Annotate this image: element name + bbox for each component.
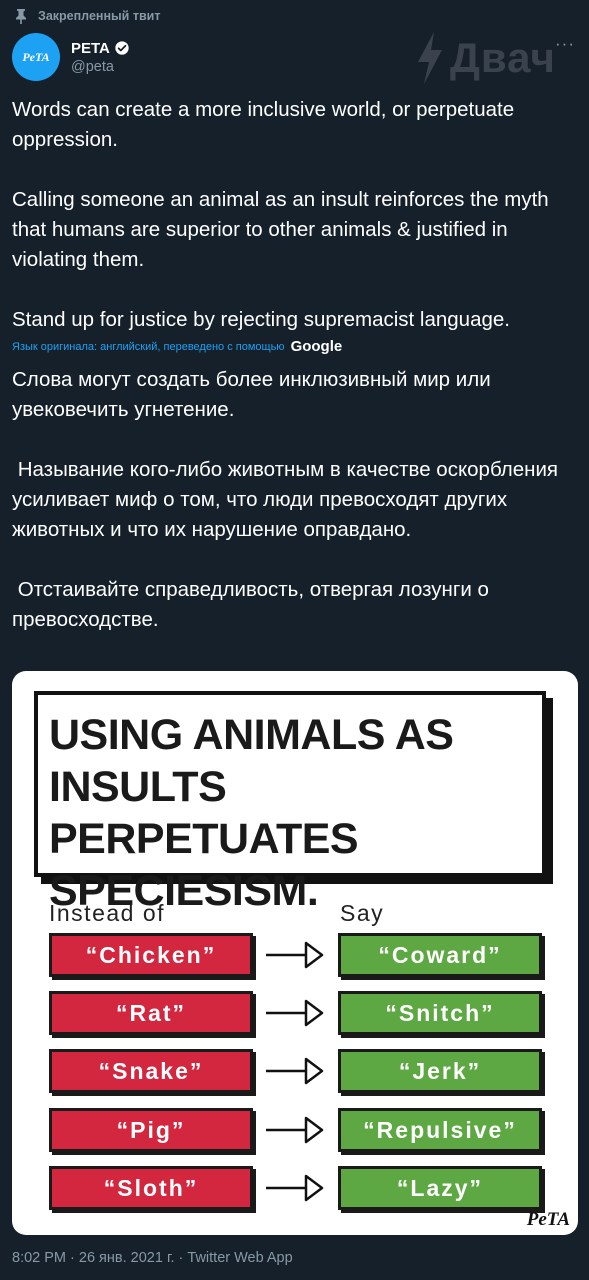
arrow-right-icon <box>266 941 324 969</box>
word-row: “Rat” “Snitch” <box>12 991 578 1037</box>
instead-word: “Snake” <box>49 1049 253 1093</box>
translation-note-text: Язык оригинала: английский, переведено с… <box>12 340 285 353</box>
say-word: “Coward” <box>338 933 542 977</box>
author-info: PETA @peta <box>71 40 130 75</box>
translated-paragraph: Называние кого-либо животным в качестве … <box>12 458 564 541</box>
translated-paragraph: Отстаивайте справедливость, отвергая лоз… <box>12 578 495 631</box>
say-word: “Repulsive” <box>338 1108 542 1152</box>
watermark-text: Двач <box>450 34 556 81</box>
pinned-text: Закрепленный твит <box>38 9 161 23</box>
tweet-timestamp[interactable]: 8:02 PM · 26 янв. 2021 г. · Twitter Web … <box>12 1250 293 1266</box>
avatar[interactable]: PeTA <box>12 33 60 81</box>
arrow-right-icon <box>266 1057 324 1085</box>
name-row: PETA <box>71 40 130 57</box>
handle[interactable]: @peta <box>71 59 130 75</box>
arrow-right-icon <box>266 1174 324 1202</box>
tweet-paragraph: Words can create a more inclusive world,… <box>12 98 515 151</box>
more-options-icon[interactable]: ··· <box>555 34 575 54</box>
peta-logo: PeTA <box>526 1209 570 1230</box>
tweet-paragraph: Stand up for justice by rejecting suprem… <box>12 308 510 331</box>
google-logo: Google <box>290 338 343 355</box>
instead-word: “Sloth” <box>49 1166 253 1210</box>
translated-paragraph: Слова могут создать более инклюзивный ми… <box>12 368 491 421</box>
image-title-line: USING ANIMALS AS <box>49 711 454 759</box>
avatar-logo-text: PeTA <box>22 49 50 64</box>
translation-note[interactable]: Язык оригинала: английский, переведено с… <box>12 338 342 355</box>
tweet-text: Words can create a more inclusive world,… <box>12 95 578 335</box>
lightning-icon <box>418 32 442 84</box>
say-word: “Lazy” <box>338 1166 542 1210</box>
word-row: “Chicken” “Coward” <box>12 933 578 979</box>
say-word: “Jerk” <box>338 1049 542 1093</box>
image-title-line: INSULTS PERPETUATES <box>49 763 359 863</box>
instead-word: “Pig” <box>49 1108 253 1152</box>
word-row: “Pig” “Repulsive” <box>12 1108 578 1154</box>
say-header: Say <box>340 900 385 926</box>
translated-text: Слова могут создать более инклюзивный ми… <box>12 365 578 635</box>
instead-word: “Rat” <box>49 991 253 1035</box>
tweet-paragraph: Calling someone an animal as an insult r… <box>12 188 549 271</box>
image-title-box: USING ANIMALS AS INSULTS PERPETUATES SPE… <box>34 691 546 915</box>
arrow-right-icon <box>266 999 324 1027</box>
say-word: “Snitch” <box>338 991 542 1035</box>
arrow-right-icon <box>266 1116 324 1144</box>
verified-badge-icon <box>115 41 129 55</box>
word-row: “Snake” “Jerk” <box>12 1049 578 1095</box>
watermark: Двач <box>412 30 556 86</box>
tweet-image[interactable]: USING ANIMALS AS INSULTS PERPETUATES SPE… <box>12 671 578 1235</box>
pin-icon <box>16 9 26 24</box>
display-name[interactable]: PETA <box>71 40 110 57</box>
instead-word: “Chicken” <box>49 933 253 977</box>
word-row: “Sloth” “Lazy” <box>12 1166 578 1212</box>
instead-of-header: Instead of <box>49 900 166 926</box>
pinned-tweet-label: Закрепленный твит <box>14 8 160 24</box>
